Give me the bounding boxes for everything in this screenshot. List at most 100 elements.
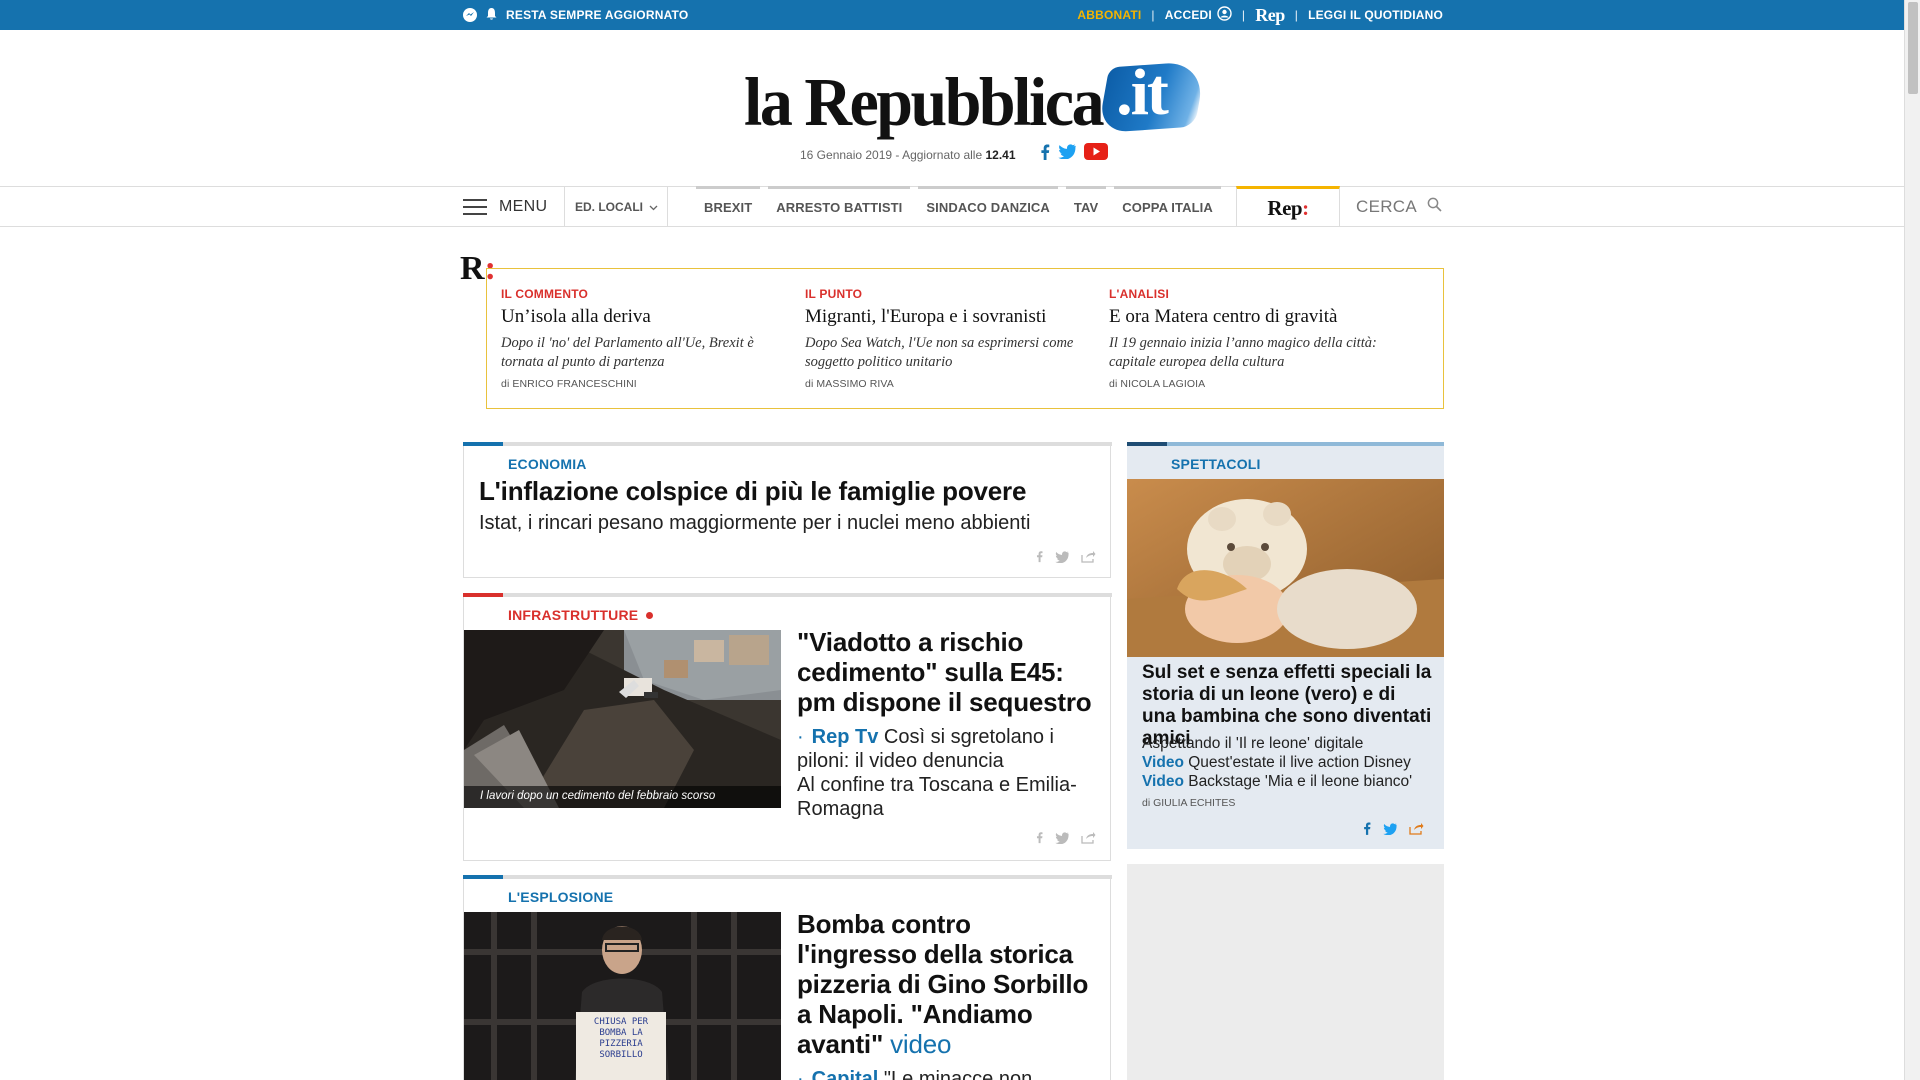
share-bar [1036, 831, 1096, 849]
separator: | [1241, 8, 1246, 22]
logo-suffix: .it [1116, 56, 1169, 129]
article-image[interactable]: CHIUSA PER BOMBA LA PIZZERIA SORBILLO [464, 912, 781, 1080]
opinion-kicker: L'ANALISI [1109, 287, 1169, 301]
menu-label: MENU [499, 197, 548, 215]
search-button[interactable]: CERCA [1356, 187, 1442, 226]
hamburger-icon [463, 198, 487, 215]
related-link[interactable]: ·Capital "Le minacce non funzionano: se … [797, 1067, 1097, 1080]
ad-placeholder [1127, 864, 1444, 1080]
topic-tab-tav[interactable]: TAV [1065, 186, 1107, 226]
logo-wordmark: la Repubblica [744, 64, 1105, 141]
rep-button-label: Rep [1267, 195, 1303, 220]
leggi-quotidiano-link[interactable]: LEGGI IL QUOTIDIANO [1308, 8, 1443, 22]
topic-tab-sindaco-danzica[interactable]: SINDACO DANZICA [918, 186, 1058, 226]
image-sign-text: CHIUSA PER BOMBA LA PIZZERIA SORBILLO [593, 1017, 649, 1060]
share-icon[interactable] [1081, 831, 1096, 849]
site-logo[interactable]: la Repubblica .it [744, 52, 1207, 141]
opinion-title[interactable]: E ora Matera centro di gravità [1109, 306, 1389, 328]
edizioni-locali-label: ED. LOCALI [575, 199, 643, 214]
opinion-item[interactable]: L'ANALISI E ora Matera centro di gravità… [1109, 287, 1389, 390]
opinion-title[interactable]: Un’isola alla deriva [501, 306, 781, 328]
article-image[interactable]: I lavori dopo un cedimento del febbraio … [464, 630, 781, 808]
logo-it-brush: .it [1097, 56, 1207, 136]
opinion-kicker: IL PUNTO [805, 287, 863, 301]
article-kicker-row[interactable]: INFRASTRUTTURE [508, 607, 654, 623]
social-links [1040, 143, 1108, 165]
topic-tab-arresto-battisti[interactable]: ARRESTO BATTISTI [768, 186, 911, 226]
youtube-icon[interactable] [1084, 143, 1108, 165]
bell-icon[interactable] [485, 7, 498, 24]
messenger-icon[interactable] [463, 8, 477, 22]
related-link-label: Capital [811, 1068, 879, 1080]
article-kicker[interactable]: L'ESPLOSIONE [508, 889, 613, 905]
accedi-label: ACCEDI [1164, 8, 1212, 22]
update-date: 16 Gennaio 2019 - Aggiornato alle [800, 148, 986, 162]
main-nav: MENU ED. LOCALI BREXIT ARRESTO BATTISTI … [0, 186, 1904, 227]
opinion-author: di ENRICO FRANCESCHINI [501, 378, 637, 390]
article-headline[interactable]: Bomba contro l'ingresso della storica pi… [797, 909, 1097, 1059]
top-bar: RESTA SEMPRE AGGIORNATO ABBONATI | ACCED… [0, 0, 1904, 30]
twitter-icon[interactable] [1383, 822, 1397, 840]
related-link[interactable]: · Rep Tv Così si sgretolano i piloni: il … [797, 725, 1097, 773]
article-kicker: INFRASTRUTTURE [508, 607, 639, 623]
article-headline[interactable]: L'inflazione colspice di più le famiglie… [479, 476, 1026, 507]
topic-tab-coppa-italia[interactable]: COPPA ITALIA [1114, 186, 1221, 226]
twitter-icon[interactable] [1055, 550, 1069, 568]
opinion-title[interactable]: Migranti, l'Europa e i sovranisti [805, 306, 1085, 328]
article-kicker[interactable]: SPETTACOLI [1171, 456, 1261, 472]
user-icon [1217, 6, 1232, 24]
image-caption: I lavori dopo un cedimento del febbraio … [464, 786, 781, 808]
rep-opinion-box: IL COMMENTO Un’isola alla deriva Dopo il… [486, 268, 1444, 409]
facebook-icon[interactable] [1036, 831, 1043, 849]
video-link[interactable]: video [890, 1029, 951, 1059]
facebook-icon[interactable] [1036, 550, 1043, 568]
topic-tabs: BREXIT ARRESTO BATTISTI SINDACO DANZICA … [696, 186, 1221, 226]
resta-aggiornato-link[interactable]: RESTA SEMPRE AGGIORNATO [506, 8, 688, 22]
article-extra: Al confine tra Toscana e Emilia-Romagna [797, 774, 1077, 820]
opinion-item[interactable]: IL PUNTO Migranti, l'Europa e i sovranis… [805, 287, 1085, 390]
search-icon [1427, 197, 1442, 217]
facebook-icon[interactable] [1040, 144, 1050, 165]
share-icon[interactable] [1081, 550, 1096, 568]
article-kicker[interactable]: ECONOMIA [508, 456, 587, 472]
search-label: CERCA [1356, 196, 1418, 216]
scrollbar[interactable] [1904, 0, 1920, 1080]
related-link-label: Rep Tv [811, 726, 879, 748]
share-icon[interactable] [1409, 822, 1424, 840]
article-subtitle: Aspettando il 'Il re leone' digitale [1142, 735, 1364, 752]
video-link[interactable]: Video Quest'estate il live action Disney [1142, 754, 1411, 772]
rep-colon: : [1302, 195, 1309, 220]
opinion-description: Dopo Sea Watch, l'Ue non sa esprimersi c… [805, 335, 1074, 370]
topic-tab-brexit[interactable]: BREXIT [696, 186, 761, 226]
opinion-description: Il 19 gennaio inizia l’anno magico della… [1109, 335, 1377, 370]
dateline: 16 Gennaio 2019 - Aggiornato alle 12.41 [800, 148, 1016, 162]
share-bar [1363, 822, 1424, 840]
rep-button[interactable]: Rep: [1236, 186, 1340, 227]
live-dot-icon [646, 611, 654, 619]
menu-button[interactable]: MENU [463, 187, 565, 226]
article-headline[interactable]: "Viadotto a rischio cedimento" sulla E45… [797, 627, 1097, 717]
edizioni-locali-dropdown[interactable]: ED. LOCALI [566, 187, 668, 226]
article-subtitle: Istat, i rincari pesano maggiormente per… [479, 512, 1031, 534]
article-author: di GIULIA ECHITES [1142, 797, 1236, 809]
scrollbar-thumb[interactable] [1908, 2, 1918, 94]
article-image[interactable] [1127, 479, 1444, 657]
facebook-icon[interactable] [1363, 822, 1371, 840]
separator: | [1294, 8, 1299, 22]
accedi-link[interactable]: ACCEDI [1165, 6, 1232, 24]
update-time: 12.41 [985, 148, 1016, 162]
side-article-spettacoli: SPETTACOLI Sul set e senza effetti speci… [1127, 442, 1444, 849]
article-card: L'ESPLOSIONE CHIUSA PER BOMBA LA PIZZERI… [463, 875, 1112, 1080]
opinion-item[interactable]: IL COMMENTO Un’isola alla deriva Dopo il… [501, 287, 781, 390]
twitter-icon[interactable] [1055, 831, 1069, 849]
article-card: INFRASTRUTTURE I lavori dopo un cediment… [463, 593, 1112, 861]
abbonati-link[interactable]: ABBONATI [1077, 8, 1141, 22]
video-link[interactable]: Video Backstage 'Mia e il leone bianco' [1142, 773, 1412, 791]
chevron-down-icon [649, 200, 658, 214]
opinion-author: di MASSIMO RIVA [805, 378, 894, 390]
article-card: ECONOMIA L'inflazione colspice di più le… [463, 442, 1112, 578]
twitter-icon[interactable] [1058, 144, 1076, 164]
separator: | [1151, 8, 1155, 22]
rep-link[interactable]: Rep [1255, 5, 1285, 26]
opinion-kicker: IL COMMENTO [501, 287, 589, 301]
